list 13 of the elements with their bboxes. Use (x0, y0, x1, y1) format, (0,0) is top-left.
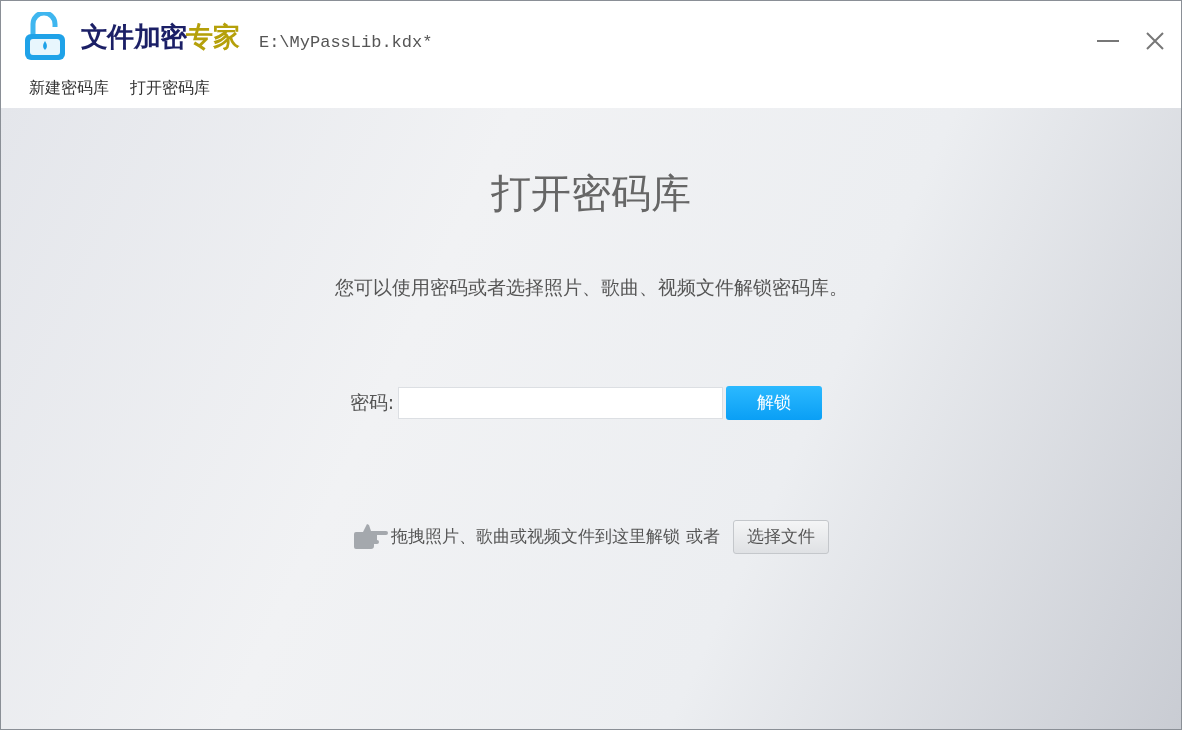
password-label: 密码: (349, 390, 395, 416)
menu-item[interactable]: 打开密码库 (130, 76, 210, 100)
pointing-hand-icon (353, 521, 389, 552)
file-path: E:\MyPassLib.kdx* (258, 32, 433, 55)
menu-item[interactable]: 新建密码库 (29, 76, 109, 100)
close-button[interactable] (1145, 31, 1165, 51)
choose-file-button[interactable]: 选择文件 (733, 519, 829, 554)
drop-hint-text: 拖拽照片、歌曲或视频文件到这里解锁 (391, 524, 680, 548)
description-text: 您可以使用密码或者选择照片、歌曲、视频文件解锁密码库。 (334, 275, 848, 300)
page-title: 打开密码库 (491, 169, 691, 218)
app-logo-text: 文件加密专家 (81, 19, 239, 54)
password-field[interactable] (398, 386, 724, 419)
or-text: 或者 (686, 524, 720, 548)
